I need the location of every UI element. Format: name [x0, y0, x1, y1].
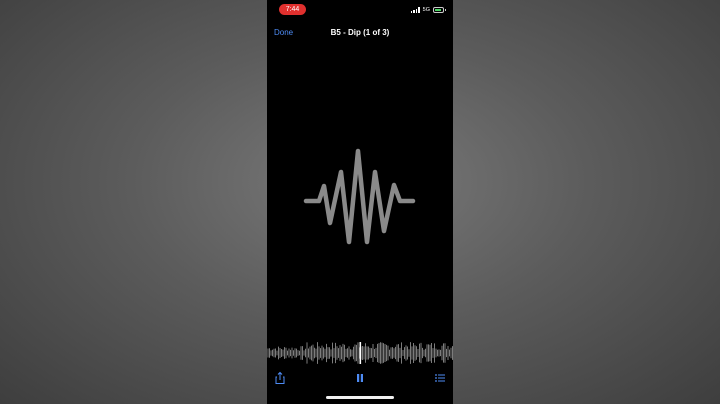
battery-icon: [433, 7, 446, 13]
waveform-icon: [303, 148, 416, 245]
playhead[interactable]: [359, 342, 362, 364]
network-label: 5G: [422, 7, 430, 13]
pause-icon[interactable]: [353, 371, 367, 385]
nav-bar: Done B5 - Dip (1 of 3): [267, 22, 453, 44]
page-title: B5 - Dip (1 of 3): [330, 28, 390, 37]
share-icon[interactable]: [273, 371, 287, 385]
done-button[interactable]: Done: [274, 28, 293, 37]
status-bar: 7:44 5G: [267, 0, 453, 18]
bottom-toolbar: [267, 369, 453, 385]
status-time: 7:44: [279, 4, 306, 15]
list-icon[interactable]: [433, 371, 447, 385]
phone-screen: 7:44 5G Done B5 - Dip (1 of 3): [267, 0, 453, 404]
home-indicator: [326, 396, 394, 399]
signal-icon: [410, 7, 420, 13]
status-indicators: 5G: [410, 6, 446, 14]
audio-scrubber[interactable]: [267, 341, 453, 365]
